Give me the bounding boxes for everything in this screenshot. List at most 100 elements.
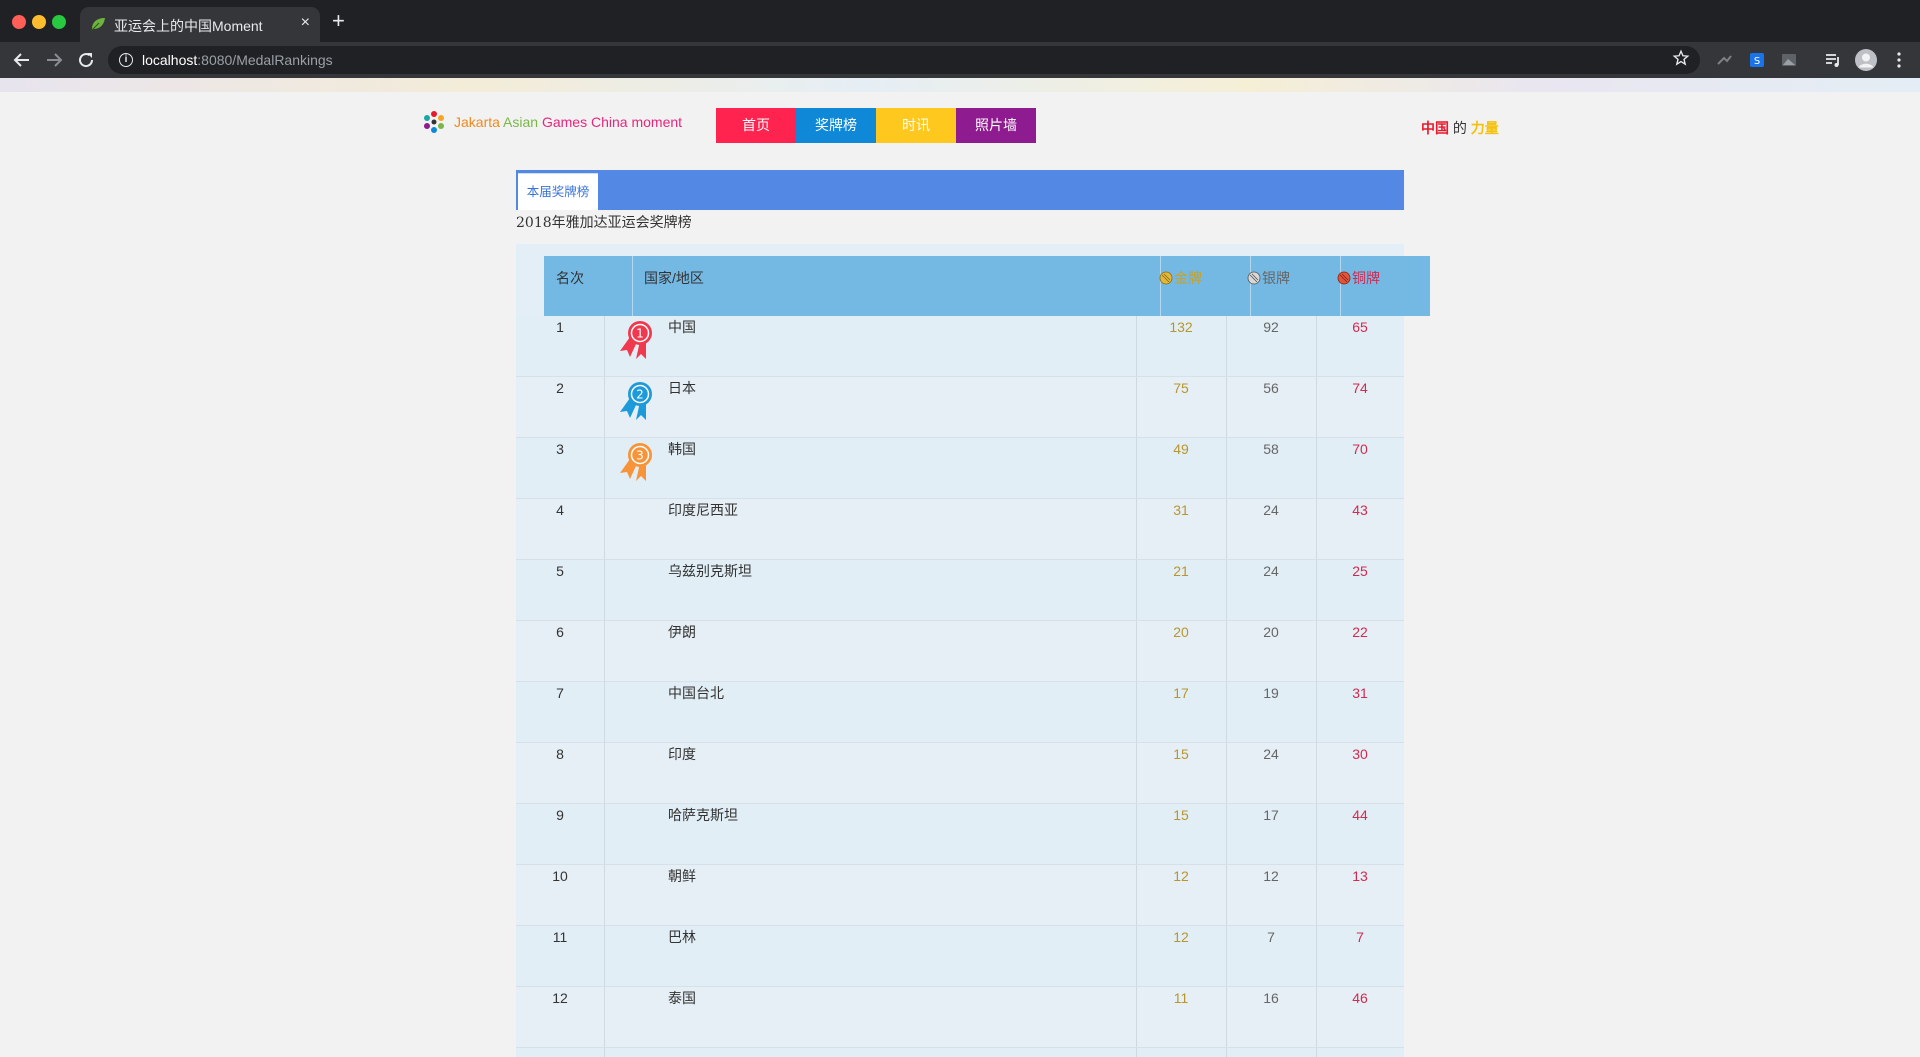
header-bronze: 铜牌 (1337, 256, 1380, 316)
bronze-count-cell: 74 (1352, 380, 1368, 396)
address-bar[interactable]: i localhost:8080/MedalRankings (108, 46, 1700, 74)
close-tab-icon[interactable]: × (301, 14, 310, 32)
gold-count-cell: 21 (1173, 563, 1189, 579)
url-host: localhost (142, 52, 198, 68)
rank-cell: 6 (556, 624, 564, 640)
column-divider (604, 560, 605, 620)
decorative-banner-strip (0, 78, 1920, 92)
svg-text:S: S (1754, 56, 1760, 67)
new-tab-button[interactable]: + (332, 10, 345, 32)
gold-count-cell: 31 (1173, 502, 1189, 518)
column-divider (604, 499, 605, 559)
table-row: 11 巴林 12 7 7 (516, 926, 1404, 987)
bronze-count-cell: 65 (1352, 319, 1368, 335)
brand-word: Games (541, 114, 588, 130)
table-row: 3 韩国 49 58 70 3 (516, 438, 1404, 499)
table-row: 8 印度 15 24 30 (516, 743, 1404, 804)
brand-word: Asian (503, 114, 539, 130)
nav-home[interactable]: 首页 (716, 108, 796, 143)
table-row: 6 伊朗 20 20 22 (516, 621, 1404, 682)
column-divider (604, 682, 605, 742)
browser-tab[interactable]: 亚运会上的中国Moment × (80, 7, 320, 42)
country-cell: 泰国 (668, 990, 696, 1006)
header-gold: 金牌 (1159, 256, 1202, 316)
column-divider (604, 438, 605, 498)
column-divider (604, 987, 605, 1047)
bronze-medal-icon (1337, 271, 1351, 285)
header-divider (632, 256, 633, 316)
tab-strip: 亚运会上的中国Moment × + (0, 0, 1920, 42)
maximize-window-button[interactable] (52, 15, 66, 29)
country-cell: 韩国 (668, 441, 696, 457)
brand-title: Jakarta Asian Games China moment (454, 114, 682, 130)
table-body: 1 中国 132 92 65 1 2 日本 75 56 74 2 3 韩国 49 58 70 3 4 印度尼西亚 31 2… (516, 316, 1404, 1057)
rank-cell: 8 (556, 746, 564, 762)
ribbon-rank-number: 3 (636, 449, 644, 463)
gold-medal-icon (1159, 271, 1173, 285)
forward-arrow-icon[interactable] (42, 48, 66, 72)
tab-title: 亚运会上的中国Moment (114, 18, 263, 34)
minimize-window-button[interactable] (32, 15, 46, 29)
bronze-count-cell: 46 (1352, 990, 1368, 1006)
extension-swap-icon[interactable] (1715, 51, 1733, 69)
table-row: 10 朝鲜 12 12 13 (516, 865, 1404, 926)
browser-chrome: 亚运会上的中国Moment × + i localhost:8080/Medal… (0, 0, 1920, 78)
rank-cell: 1 (556, 319, 564, 335)
table-row: 9 哈萨克斯坦 15 17 44 (516, 804, 1404, 865)
media-queue-icon[interactable] (1824, 51, 1842, 69)
silver-count-cell: 24 (1263, 502, 1279, 518)
rank-cell: 2 (556, 380, 564, 396)
url-path: :8080/MedalRankings (197, 52, 333, 68)
table-row: 5 乌兹别克斯坦 21 24 25 (516, 560, 1404, 621)
silver-count-cell: 58 (1263, 441, 1279, 457)
brand[interactable]: Jakarta Asian Games China moment (422, 110, 682, 134)
rank-cell: 9 (556, 807, 564, 823)
info-icon[interactable]: i (119, 53, 133, 67)
country-cell: 中国台北 (668, 685, 724, 701)
header-country: 国家/地区 (644, 270, 704, 286)
profile-avatar-icon[interactable] (1855, 49, 1877, 71)
gold-count-cell: 132 (1169, 319, 1193, 335)
slogan-word: 的 (1452, 120, 1467, 136)
bronze-count-cell: 13 (1352, 868, 1368, 884)
close-window-button[interactable] (12, 15, 26, 29)
extension-translate-icon[interactable]: S (1748, 51, 1766, 69)
bronze-count-cell: 70 (1352, 441, 1368, 457)
gold-count-cell: 11 (1173, 990, 1189, 1006)
column-divider (604, 316, 605, 376)
reload-icon[interactable] (74, 48, 98, 72)
country-cell: 乌兹别克斯坦 (668, 563, 752, 579)
country-cell: 印度尼西亚 (668, 502, 738, 518)
nav-photo-wall[interactable]: 照片墙 (956, 108, 1036, 143)
silver-count-cell: 92 (1263, 319, 1279, 335)
column-divider (604, 804, 605, 864)
table-row: 2 日本 75 56 74 2 (516, 377, 1404, 438)
rank-cell: 4 (556, 502, 564, 518)
column-divider (604, 621, 605, 681)
brand-word: Jakarta (454, 114, 500, 130)
table-header: 名次 国家/地区 金牌 银牌 铜牌 (544, 256, 1430, 316)
silver-medal-icon (1247, 271, 1261, 285)
nav-medal-rankings[interactable]: 奖牌榜 (796, 108, 876, 143)
silver-count-cell: 20 (1263, 624, 1279, 640)
column-divider (604, 865, 605, 925)
column-divider (1226, 1048, 1227, 1057)
country-cell: 伊朗 (668, 624, 696, 640)
gold-count-cell: 12 (1173, 868, 1189, 884)
rank-cell: 12 (552, 990, 568, 1006)
nav-news[interactable]: 时讯 (876, 108, 956, 143)
rank-cell: 10 (552, 868, 568, 884)
back-arrow-icon[interactable] (10, 48, 34, 72)
tab-current-rankings[interactable]: 本届奖牌榜 (518, 173, 598, 210)
silver-count-cell: 7 (1267, 929, 1275, 945)
leaf-icon (91, 18, 105, 31)
gold-count-cell: 75 (1173, 380, 1189, 396)
bookmark-star-icon[interactable] (1672, 49, 1690, 67)
brand-word: moment (631, 114, 683, 130)
extension-image-icon[interactable] (1780, 51, 1798, 69)
rank-ribbon-icon: 3 (620, 443, 652, 481)
more-menu-icon[interactable] (1890, 51, 1908, 69)
bronze-count-cell: 22 (1352, 624, 1368, 640)
column-divider (604, 926, 605, 986)
header-rank: 名次 (556, 270, 584, 286)
